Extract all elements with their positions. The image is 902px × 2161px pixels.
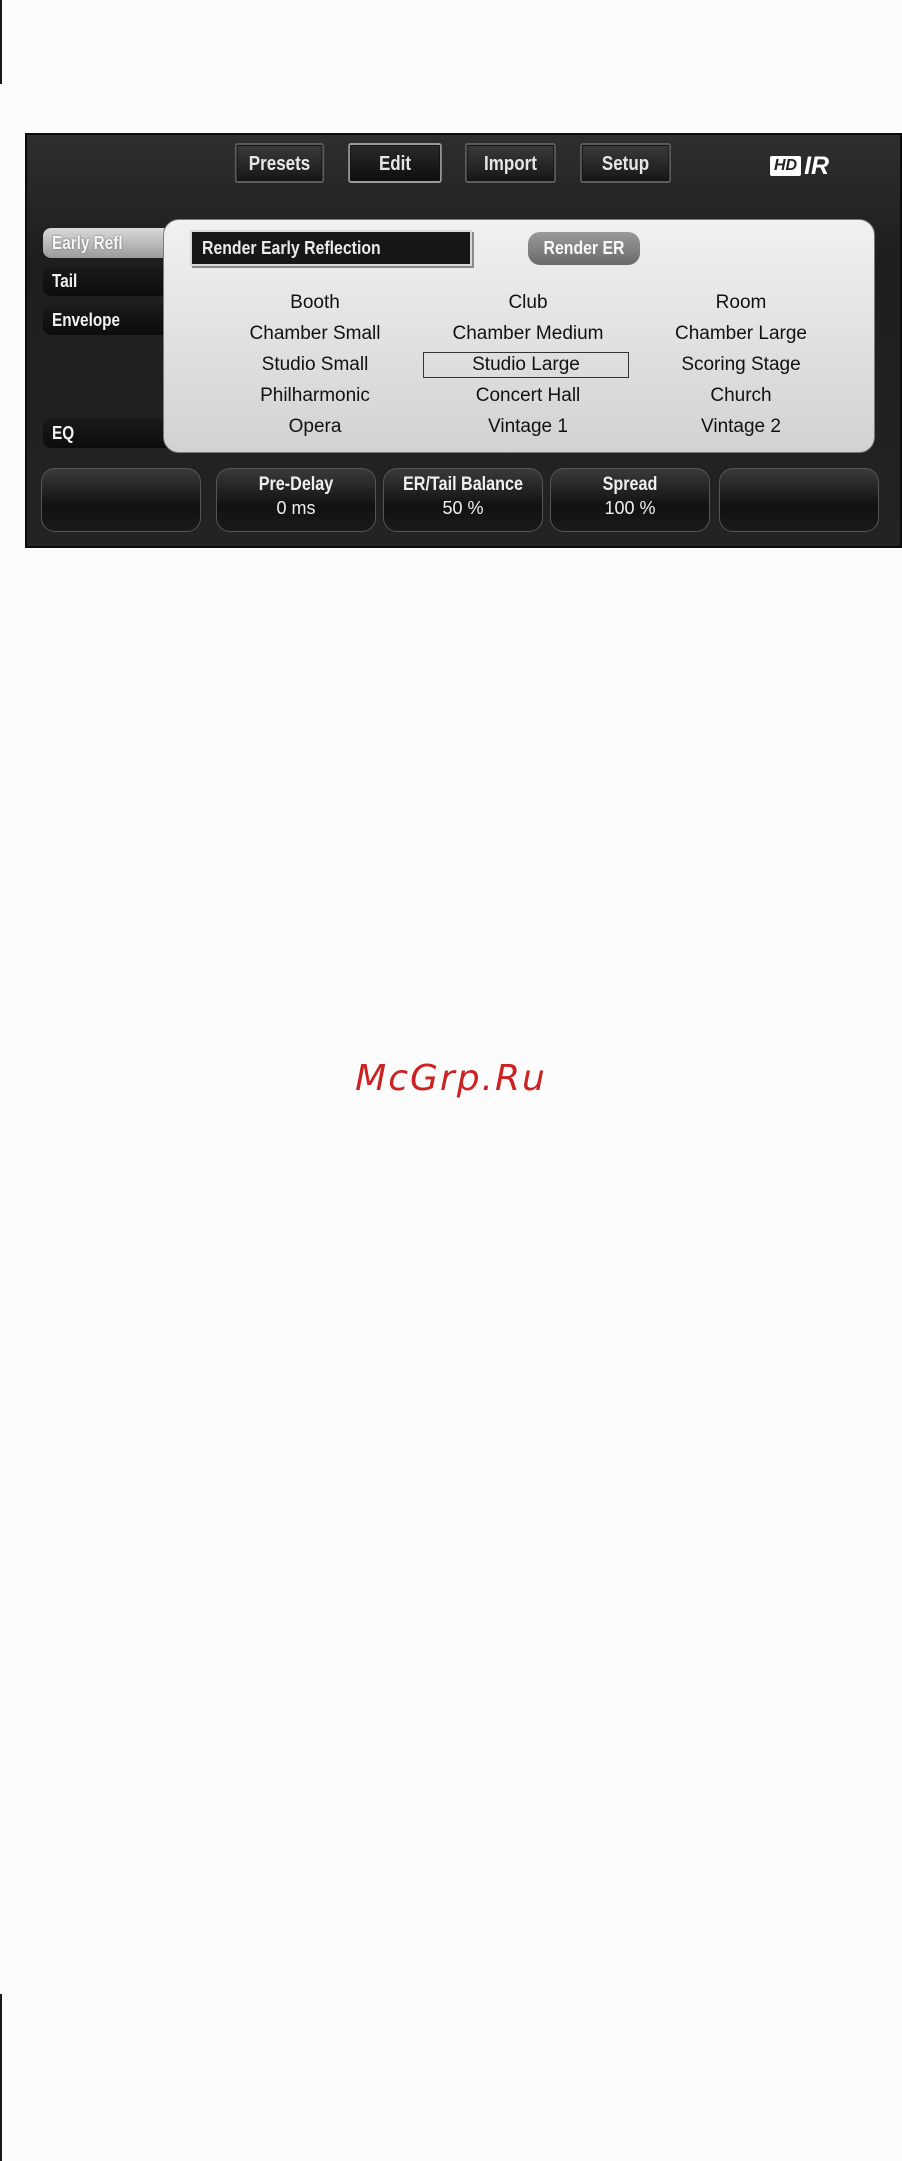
top-toolbar: Presets Edit Import Setup HD IR (27, 135, 900, 197)
hd-ir-logo: HD IR (770, 151, 829, 181)
pre-delay-value: 0 ms (276, 498, 316, 518)
tab-envelope[interactable]: Envelope (43, 305, 178, 335)
room-option[interactable]: Chamber Small (210, 321, 420, 347)
render-early-reflection-label: Render Early Reflection (190, 230, 472, 266)
room-option[interactable]: Vintage 1 (423, 414, 633, 440)
room-option[interactable]: Vintage 2 (636, 414, 846, 440)
tab-label: Tail (52, 271, 78, 291)
empty-control-slot-right (719, 468, 879, 532)
hd-ir-plugin-window: Presets Edit Import Setup HD IR Early Re… (25, 133, 902, 548)
empty-control-slot-left (41, 468, 201, 532)
render-label-text: Render Early Reflection (202, 238, 381, 258)
pre-delay-control[interactable]: Pre-Delay 0 ms (216, 468, 376, 532)
watermark-text: McGrp.Ru (355, 1058, 547, 1099)
render-er-button[interactable]: Render ER (528, 232, 640, 265)
import-button[interactable]: Import (465, 143, 556, 183)
tab-early-refl[interactable]: Early Refl (43, 228, 178, 258)
logo-ir: IR (804, 151, 830, 180)
early-reflection-panel: Render Early Reflection Render ER Booth … (163, 219, 875, 453)
setup-button[interactable]: Setup (580, 143, 671, 183)
render-er-label: Render ER (543, 238, 625, 258)
tab-eq[interactable]: EQ (43, 418, 178, 448)
er-tail-balance-title: ER/Tail Balance (403, 474, 523, 495)
room-option[interactable]: Philharmonic (210, 383, 420, 409)
tab-label: Envelope (52, 310, 121, 330)
room-option[interactable]: Chamber Medium (423, 321, 633, 347)
parameter-bar: Pre-Delay 0 ms ER/Tail Balance 50 % Spre… (27, 465, 900, 535)
room-option[interactable]: Scoring Stage (636, 352, 846, 378)
tab-label: EQ (52, 423, 75, 443)
room-option[interactable]: Studio Small (210, 352, 420, 378)
room-option[interactable]: Concert Hall (423, 383, 633, 409)
room-option[interactable]: Church (636, 383, 846, 409)
spread-control[interactable]: Spread 100 % (550, 468, 710, 532)
er-tail-balance-value: 50 % (442, 498, 484, 518)
tab-label: Early Refl (52, 233, 123, 253)
room-option[interactable]: Opera (210, 414, 420, 440)
tab-tail[interactable]: Tail (43, 266, 178, 296)
presets-button[interactable]: Presets (234, 143, 325, 183)
logo-hd: HD (770, 156, 802, 176)
page-edge-line-bottom (0, 1994, 2, 2161)
pre-delay-title: Pre-Delay (258, 474, 334, 495)
room-option[interactable]: Club (423, 290, 633, 316)
spread-title: Spread (602, 474, 658, 495)
edit-button[interactable]: Edit (348, 143, 442, 183)
room-option[interactable]: Room (636, 290, 846, 316)
room-option[interactable]: Chamber Large (636, 321, 846, 347)
spread-value: 100 % (604, 498, 656, 518)
room-option-selected[interactable]: Studio Large (423, 352, 629, 378)
er-tail-balance-control[interactable]: ER/Tail Balance 50 % (383, 468, 543, 532)
room-option[interactable]: Booth (210, 290, 420, 316)
page-edge-line-top (0, 0, 2, 84)
